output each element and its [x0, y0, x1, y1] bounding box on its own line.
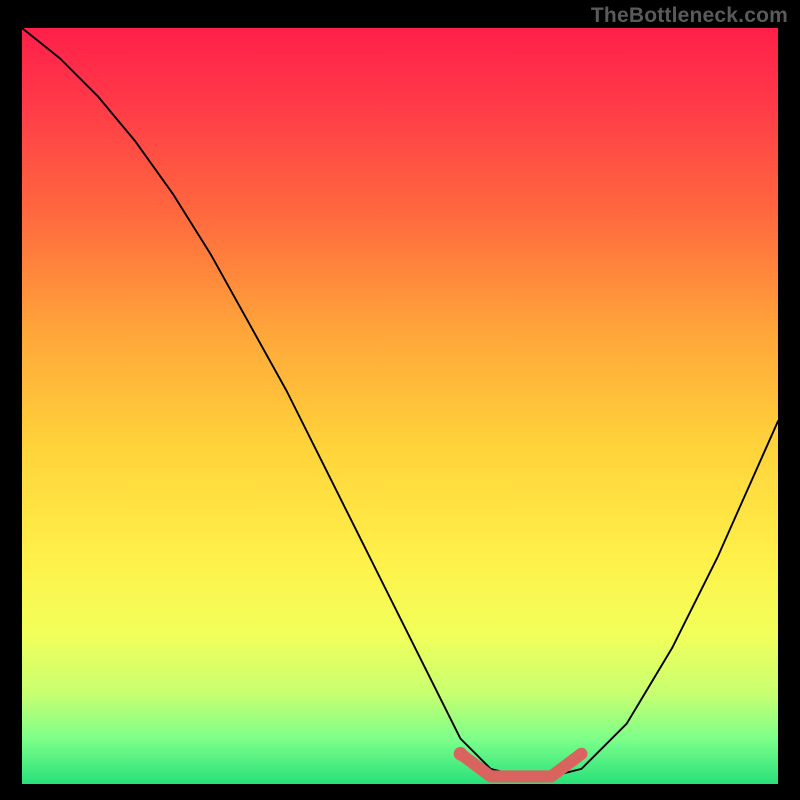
chart-svg — [22, 28, 778, 784]
curve-path — [22, 28, 778, 776]
watermark-label: TheBottleneck.com — [591, 4, 788, 28]
highlight-dot — [454, 747, 468, 761]
chart-stage: TheBottleneck.com — [0, 0, 800, 800]
